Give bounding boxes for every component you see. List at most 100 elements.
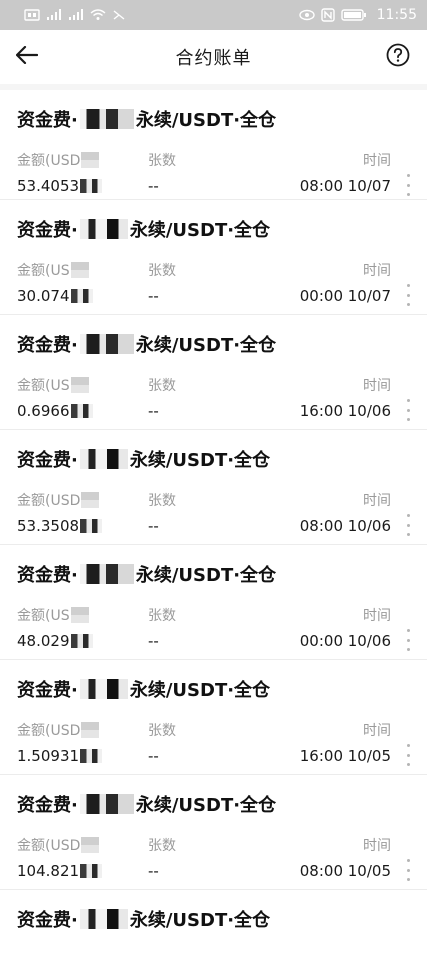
- time-label: 时间: [363, 608, 391, 624]
- bill-title-suffix: 永续/USDT·全仓: [135, 565, 277, 586]
- redacted-mask: [79, 564, 134, 584]
- status-bar: 11:55: [0, 0, 427, 30]
- bill-title-suffix: 永续/USDT·全仓: [135, 795, 277, 816]
- more-vertical-icon[interactable]: [403, 399, 413, 421]
- quantity-value: --: [148, 632, 159, 650]
- quantity-value: --: [148, 517, 159, 535]
- redacted-mask: [70, 607, 89, 623]
- bill-title-suffix: 永续/USDT·全仓: [129, 220, 271, 241]
- more-vertical-icon[interactable]: [403, 284, 413, 306]
- quantity-label: 张数: [148, 263, 176, 279]
- nfc-icon: [320, 8, 335, 22]
- more-vertical-icon[interactable]: [403, 174, 413, 196]
- bill-item[interactable]: 资金费· 永续/USDT·全仓 金额(USD 张数 时间 1.50931 -- …: [0, 659, 427, 774]
- bill-item[interactable]: 资金费· 永续/USDT·全仓 金额(USD 张数 时间 104.821 -- …: [0, 774, 427, 889]
- bill-title-prefix: 资金费·: [17, 910, 78, 931]
- amount-value: 53.3508: [17, 517, 103, 535]
- bill-title: 资金费· 永续/USDT·全仓: [17, 906, 270, 932]
- quantity-value: --: [148, 402, 159, 420]
- quantity-value: --: [148, 862, 159, 880]
- bill-item[interactable]: 资金费· 永续/USDT·全仓 金额(US 张数 时间 48.029 -- 00…: [0, 544, 427, 659]
- sim-card-icon: [24, 9, 40, 21]
- more-vertical-icon[interactable]: [403, 629, 413, 651]
- time-label: 时间: [363, 493, 391, 509]
- quantity-label: 张数: [148, 153, 176, 169]
- time-value: 16:00 10/06: [299, 402, 391, 420]
- amount-label: 金额(USD: [17, 835, 100, 855]
- redacted-mask: [80, 749, 103, 763]
- bill-item[interactable]: 资金费· 永续/USDT·全仓 金额(USD 张数 时间 53.3508 -- …: [0, 429, 427, 544]
- status-bar-right: 11:55: [298, 7, 417, 23]
- eye-icon: [298, 9, 315, 21]
- time-value: 08:00 10/05: [299, 862, 391, 880]
- more-vertical-icon[interactable]: [403, 514, 413, 536]
- bill-item[interactable]: 资金费· 永续/USDT·全仓 金额(USD 张数 时间 53.4053 -- …: [0, 84, 427, 199]
- quantity-value: --: [148, 747, 159, 765]
- amount-label: 金额(USD: [17, 720, 100, 740]
- redacted-mask: [70, 404, 93, 418]
- bill-title-prefix: 资金费·: [17, 110, 78, 131]
- time-value: 16:00 10/05: [299, 747, 391, 765]
- redacted-mask: [79, 219, 128, 239]
- time-value: 00:00 10/07: [299, 287, 391, 305]
- bill-title: 资金费· 永续/USDT·全仓: [17, 561, 276, 587]
- amount-value: 104.821: [17, 862, 103, 880]
- battery-icon: [340, 9, 367, 21]
- quantity-label: 张数: [148, 608, 176, 624]
- redacted-mask: [81, 492, 100, 508]
- time-value: 00:00 10/06: [299, 632, 391, 650]
- quantity-label: 张数: [148, 378, 176, 394]
- time-value: 08:00 10/06: [299, 517, 391, 535]
- bill-title: 资金费· 永续/USDT·全仓: [17, 106, 276, 132]
- redacted-mask: [70, 289, 93, 303]
- bill-title-prefix: 资金费·: [17, 335, 78, 356]
- redacted-mask: [70, 634, 93, 648]
- bill-title-suffix: 永续/USDT·全仓: [129, 910, 271, 931]
- amount-label: 金额(US: [17, 260, 89, 280]
- bill-item[interactable]: 资金费· 永续/USDT·全仓 金额(US 张数 时间 0.6966 -- 16…: [0, 314, 427, 429]
- back-button[interactable]: [12, 42, 42, 72]
- redacted-mask: [79, 449, 128, 469]
- redacted-mask: [70, 262, 89, 278]
- arrow-left-icon: [15, 45, 39, 68]
- status-bar-left: [24, 9, 126, 21]
- bill-item[interactable]: 资金费· 永续/USDT·全仓: [0, 889, 427, 949]
- more-vertical-icon[interactable]: [403, 744, 413, 766]
- redacted-mask: [80, 864, 103, 878]
- more-vertical-icon[interactable]: [403, 859, 413, 881]
- amount-label: 金额(US: [17, 375, 89, 395]
- amount-value: 53.4053: [17, 177, 103, 195]
- bill-title-prefix: 资金费·: [17, 565, 78, 586]
- amount-label: 金额(US: [17, 605, 89, 625]
- bill-title-suffix: 永续/USDT·全仓: [135, 110, 277, 131]
- amount-value: 1.50931: [17, 747, 103, 765]
- bill-title: 资金费· 永续/USDT·全仓: [17, 791, 276, 817]
- bill-item[interactable]: 资金费· 永续/USDT·全仓 金额(US 张数 时间 30.074 -- 00…: [0, 199, 427, 314]
- time-label: 时间: [363, 378, 391, 394]
- bill-title: 资金费· 永续/USDT·全仓: [17, 446, 270, 472]
- bill-title-suffix: 永续/USDT·全仓: [129, 680, 271, 701]
- help-button[interactable]: [383, 42, 413, 72]
- wifi-icon: [90, 9, 106, 21]
- redacted-mask: [79, 794, 134, 814]
- bill-title-suffix: 永续/USDT·全仓: [135, 335, 277, 356]
- bill-title-prefix: 资金费·: [17, 680, 78, 701]
- quantity-value: --: [148, 287, 159, 305]
- redacted-mask: [79, 109, 134, 129]
- quantity-value: --: [148, 177, 159, 195]
- time-value: 08:00 10/07: [299, 177, 391, 195]
- redacted-mask: [79, 679, 128, 699]
- amount-value: 48.029: [17, 632, 93, 650]
- time-label: 时间: [363, 153, 391, 169]
- nfc-tag-icon: [112, 9, 126, 21]
- quantity-label: 张数: [148, 723, 176, 739]
- quantity-label: 张数: [148, 493, 176, 509]
- amount-label: 金额(USD: [17, 490, 100, 510]
- help-circle-icon: [386, 43, 410, 71]
- redacted-mask: [70, 377, 89, 393]
- redacted-mask: [81, 722, 100, 738]
- redacted-mask: [79, 909, 128, 929]
- amount-value: 30.074: [17, 287, 93, 305]
- redacted-mask: [81, 152, 100, 168]
- bill-title-suffix: 永续/USDT·全仓: [129, 450, 271, 471]
